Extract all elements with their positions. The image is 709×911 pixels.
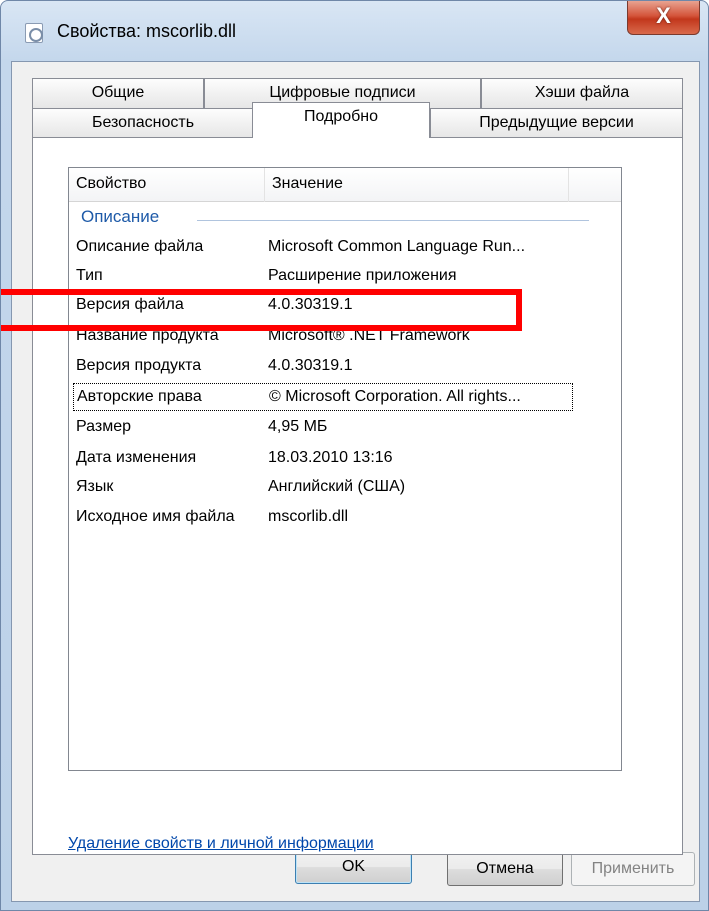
list-item[interactable]: Версия продукта 4.0.30319.1 (73, 353, 573, 381)
property-name: Авторские права (77, 388, 202, 405)
column-divider[interactable] (568, 168, 569, 202)
tab-general[interactable]: Общие (32, 78, 204, 108)
property-value: Microsoft Common Language Run... (268, 238, 526, 255)
property-name: Дата изменения (76, 449, 197, 466)
property-name: Исходное имя файла (76, 508, 235, 525)
annotation-highlight-box (1, 289, 522, 331)
property-name: Тип (76, 267, 103, 284)
property-value: 18.03.2010 13:16 (268, 449, 393, 466)
group-description[interactable]: Описание (81, 207, 159, 227)
tab-file-hashes[interactable]: Хэши файла (481, 78, 683, 108)
tab-security[interactable]: Безопасность (32, 108, 254, 138)
close-button[interactable]: X (627, 1, 700, 35)
column-header-property[interactable]: Свойство (69, 168, 264, 202)
tab-previous-versions[interactable]: Предыдущие версии (430, 108, 683, 138)
ok-button[interactable]: OK (295, 850, 412, 884)
property-value: © Microsoft Corporation. All rights... (269, 388, 521, 405)
property-value: 4.0.30319.1 (268, 357, 353, 374)
list-item[interactable]: Язык Английский (США) (73, 474, 573, 502)
apply-button[interactable]: Применить (571, 852, 695, 886)
tab-details[interactable]: Подробно (252, 102, 430, 138)
list-item[interactable]: Исходное имя файла mscorlib.dll (73, 504, 573, 532)
property-name: Язык (76, 478, 114, 495)
remove-properties-link[interactable]: Удаление свойств и личной информации (68, 835, 374, 853)
properties-dialog: Свойства: mscorlib.dll X Общие Цифровые … (0, 0, 709, 911)
title-bar[interactable]: Свойства: mscorlib.dll (1, 1, 708, 61)
property-name: Версия продукта (76, 357, 202, 374)
column-header-value[interactable]: Значение (265, 168, 568, 202)
window-title: Свойства: mscorlib.dll (57, 21, 237, 41)
list-item[interactable]: Размер 4,95 МБ (73, 414, 573, 442)
property-name: Размер (76, 418, 131, 435)
cancel-button[interactable]: Отмена (447, 852, 563, 886)
list-item[interactable]: Тип Расширение приложения (73, 263, 573, 291)
property-name: Описание файла (76, 238, 204, 255)
list-item-selected[interactable]: Авторские права © Microsoft Corporation.… (73, 383, 573, 411)
list-item[interactable]: Дата изменения 18.03.2010 13:16 (73, 445, 573, 473)
group-divider (197, 220, 589, 221)
property-value: 4,95 МБ (268, 418, 328, 435)
details-panel: Свойство Значение Описание Описание файл… (32, 137, 683, 855)
property-value: mscorlib.dll (268, 508, 349, 525)
property-value: Английский (США) (268, 478, 406, 495)
list-header: Свойство Значение (69, 168, 621, 202)
dialog-body: Общие Цифровые подписи Хэши файла Безопа… (11, 61, 700, 902)
list-item[interactable]: Описание файла Microsoft Common Language… (73, 234, 573, 262)
details-list[interactable]: Свойство Значение Описание Описание файл… (68, 167, 622, 771)
property-value: Расширение приложения (268, 267, 457, 284)
file-icon (25, 23, 43, 43)
